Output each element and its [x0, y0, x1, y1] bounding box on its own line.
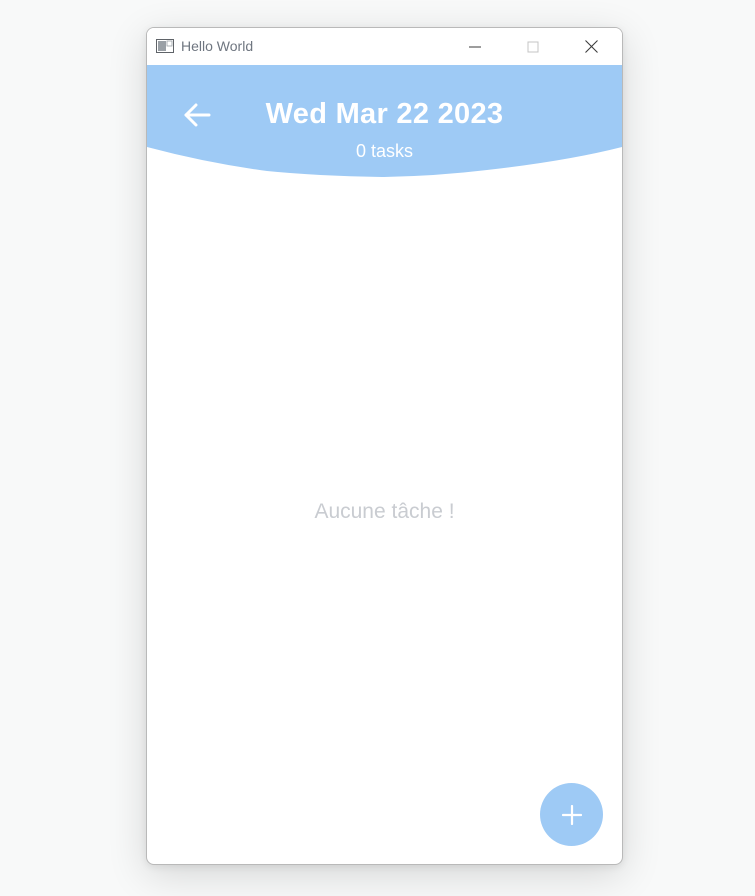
- add-task-button[interactable]: [540, 783, 603, 846]
- title-bar[interactable]: Hello World: [147, 28, 622, 65]
- close-button[interactable]: [562, 28, 620, 65]
- maximize-button[interactable]: [504, 28, 562, 65]
- close-icon: [584, 40, 598, 53]
- plus-icon: [561, 804, 582, 825]
- header-date-title: Wed Mar 22 2023: [265, 98, 504, 130]
- maximize-icon: [527, 41, 539, 52]
- task-count-label: 0 tasks: [355, 141, 414, 161]
- app-window: Hello World Wed Mar 22 2023 0 tasks Aucu…: [146, 27, 623, 865]
- minimize-button[interactable]: [446, 28, 504, 65]
- window-title: Hello World: [181, 38, 254, 54]
- empty-state-message: Aucune tâche !: [314, 500, 455, 523]
- app-header: Wed Mar 22 2023 0 tasks: [147, 65, 622, 178]
- app-window-icon: [156, 39, 174, 53]
- minimize-icon: [469, 46, 481, 47]
